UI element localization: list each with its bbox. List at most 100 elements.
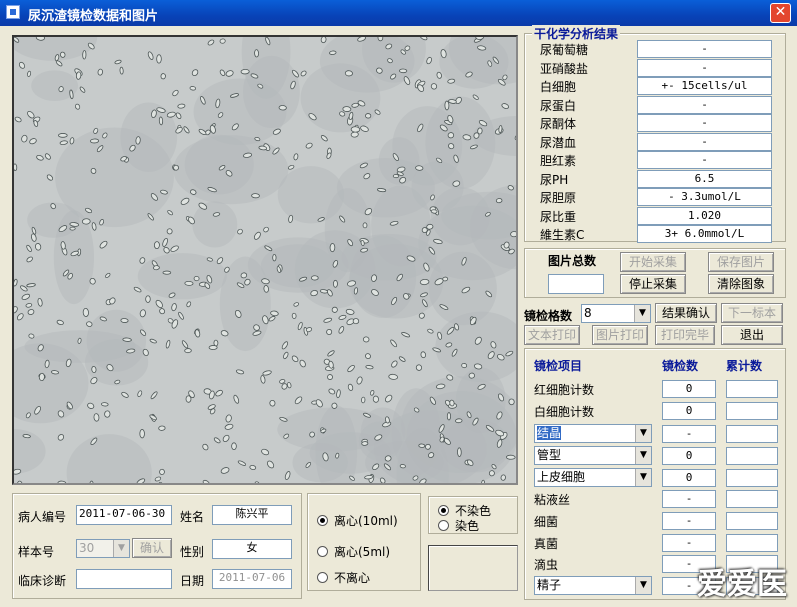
title-bar: 尿沉渣镜检数据和图片 ✕ [0, 0, 797, 26]
chem-value-field[interactable]: - [637, 40, 772, 58]
stop-capture-button[interactable]: 停止采集 [620, 274, 686, 294]
chem-value-field[interactable]: - [637, 58, 772, 77]
chevron-down-icon: ▼ [635, 469, 651, 486]
result-count-field[interactable]: 0 [662, 402, 716, 420]
result-item-select[interactable]: 结晶 ▼ [534, 424, 652, 443]
col-item-header: 镜检项目 [534, 359, 583, 373]
chem-label: 白细胞 [540, 80, 577, 94]
result-count-field[interactable]: - [662, 425, 716, 443]
result-item-label: 管型 [537, 448, 562, 462]
chem-label: 尿蛋白 [540, 98, 577, 113]
result-count-field[interactable]: - [662, 512, 716, 530]
radio-dot [317, 572, 328, 583]
radio-dot [438, 505, 449, 516]
chem-value-field[interactable]: +- 15cells/ul [637, 77, 772, 95]
result-item-label: 红细胞计数 [534, 383, 595, 397]
result-total-field[interactable] [726, 490, 778, 508]
print-done-button[interactable]: 打印完毕 [655, 325, 715, 345]
image-total-field[interactable] [548, 274, 604, 294]
result-count-field[interactable]: - [662, 490, 716, 508]
result-count-field[interactable]: 0 [662, 447, 716, 465]
watermark: 爱爱医 [697, 567, 787, 602]
chem-value-field[interactable]: - [637, 132, 772, 151]
result-item-label: 结晶 [537, 426, 562, 440]
radio-dot [438, 520, 449, 531]
chem-value-field[interactable]: 3+ 6.0mmol/L [637, 225, 772, 243]
print-image-button[interactable]: 图片打印 [592, 325, 648, 345]
chevron-down-icon: ▼ [634, 305, 650, 322]
next-sample-button[interactable]: 下一标本 [721, 303, 783, 323]
result-count-field[interactable]: - [662, 534, 716, 552]
result-total-field[interactable] [726, 425, 778, 443]
sample-confirm-button[interactable]: 确认 [132, 538, 172, 558]
chem-label: 維生素C [540, 228, 585, 242]
result-total-field[interactable] [726, 534, 778, 552]
result-item-label: 细菌 [534, 515, 559, 529]
chem-value-field[interactable]: - [637, 114, 772, 132]
result-item-select[interactable]: 精子 ▼ [534, 576, 652, 595]
chem-label: 亚硝酸盐 [540, 61, 589, 76]
start-capture-button[interactable]: 开始采集 [620, 252, 686, 272]
confirm-result-button[interactable]: 结果确认 [655, 303, 717, 323]
result-total-field[interactable] [726, 447, 778, 465]
chem-value-field[interactable]: - [637, 95, 772, 114]
chevron-down-icon: ▼ [635, 425, 651, 442]
chem-label: 尿葡萄糖 [540, 43, 589, 57]
save-image-button[interactable]: 保存图片 [708, 252, 774, 272]
patient-name-field[interactable]: 陈兴平 [212, 505, 292, 525]
chem-value-field[interactable]: 6.5 [637, 169, 772, 188]
diagnosis-label: 临床诊断 [18, 574, 67, 588]
result-total-field[interactable] [726, 469, 778, 487]
col-total-header: 累计数 [726, 359, 763, 373]
chem-label: 尿胆原 [540, 191, 577, 205]
chem-value-field[interactable]: - [637, 151, 772, 169]
window-title: 尿沉渣镜检数据和图片 [28, 9, 159, 24]
result-count-field[interactable]: 0 [662, 469, 716, 487]
centrifuge-5ml-radio[interactable]: 离心(5ml) [317, 543, 390, 560]
no-centrifuge-radio[interactable]: 不离心 [317, 569, 370, 586]
app-icon [6, 5, 20, 19]
col-count-header: 镜检数 [662, 359, 699, 373]
stain-radio[interactable]: 染色 [438, 517, 479, 534]
clear-image-button[interactable]: 清除图象 [708, 274, 774, 294]
diagnosis-field[interactable] [76, 569, 172, 589]
chem-value-field[interactable]: - 3.3umol/L [637, 188, 772, 206]
sex-field[interactable]: 女 [212, 539, 292, 559]
date-field[interactable]: 2011-07-06 [212, 569, 292, 589]
result-item-label: 白细胞计数 [534, 405, 595, 419]
image-total-label: 图片总数 [548, 254, 597, 268]
stain-label: 染色 [455, 519, 480, 533]
grid-count-select[interactable]: 8 ▼ [581, 304, 651, 323]
centrifuge-5ml-label: 离心(5ml) [334, 545, 391, 559]
sex-label: 性别 [180, 545, 205, 559]
close-button[interactable]: ✕ [770, 3, 791, 23]
grid-count-value: 8 [584, 306, 592, 320]
close-icon: ✕ [774, 4, 787, 20]
chem-title: 干化学分析结果 [532, 25, 621, 42]
result-total-field[interactable] [726, 512, 778, 530]
chem-label: 尿潜血 [540, 135, 577, 150]
patient-id-label: 病人编号 [18, 510, 67, 524]
exit-button[interactable]: 退出 [721, 325, 783, 345]
result-item-label: 上皮细胞 [537, 470, 586, 484]
sample-select[interactable]: 30 ▼ [76, 539, 130, 558]
radio-dot [317, 546, 328, 557]
result-total-field[interactable] [726, 402, 778, 420]
result-item-select[interactable]: 上皮细胞 ▼ [534, 468, 652, 487]
date-label: 日期 [180, 574, 205, 588]
centrifuge-10ml-radio[interactable]: 离心(10ml) [317, 512, 398, 529]
result-item-label: 粘液丝 [534, 493, 571, 507]
grid-count-label: 镜检格数 [524, 309, 573, 323]
chem-value-field[interactable]: 1.020 [637, 206, 772, 225]
sample-value: 30 [79, 541, 95, 555]
result-item-label: 精子 [537, 578, 562, 592]
microscope-image [12, 35, 518, 485]
result-item-label: 真菌 [534, 537, 559, 551]
no-centrifuge-label: 不离心 [334, 571, 371, 585]
result-total-field[interactable] [726, 380, 778, 398]
patient-id-field[interactable]: 2011-07-06-30 [76, 505, 172, 525]
print-text-button[interactable]: 文本打印 [524, 325, 580, 345]
result-item-select[interactable]: 管型 ▼ [534, 446, 652, 465]
chevron-down-icon: ▼ [635, 447, 651, 464]
result-count-field[interactable]: 0 [662, 380, 716, 398]
